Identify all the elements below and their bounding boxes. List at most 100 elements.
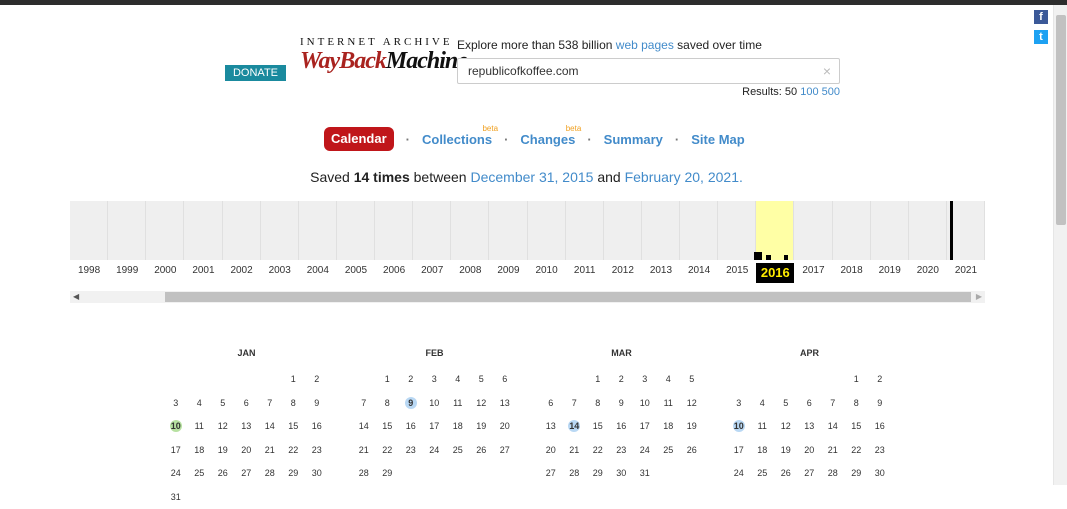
year-column-2003[interactable] — [261, 201, 299, 260]
year-label-2016[interactable]: 2016 — [756, 263, 794, 283]
year-column-2005[interactable] — [337, 201, 375, 260]
year-label-2001[interactable]: 2001 — [184, 263, 222, 283]
capture-bar[interactable] — [784, 255, 788, 260]
tab-calendar[interactable]: Calendar — [324, 127, 394, 151]
timeline-scrollbar[interactable]: ◀ ▶ — [70, 291, 985, 303]
year-label-2018[interactable]: 2018 — [833, 263, 871, 283]
calendar-day: 31 — [633, 462, 657, 486]
calendar-day: 9 — [305, 392, 329, 416]
year-label-2005[interactable]: 2005 — [337, 263, 375, 283]
year-column-2006[interactable] — [375, 201, 413, 260]
year-timeline[interactable]: 1998199920002001200220032004200520062007… — [70, 201, 985, 284]
calendar-day: 30 — [305, 462, 329, 486]
wayback-logo[interactable]: INTERNET ARCHIVE WayBackMachine — [300, 36, 445, 74]
year-label-2010[interactable]: 2010 — [528, 263, 566, 283]
capture-bar[interactable] — [754, 252, 762, 260]
year-column-2020[interactable] — [909, 201, 947, 260]
results-100-link[interactable]: 100 — [800, 86, 818, 98]
url-search-input[interactable] — [458, 59, 808, 83]
view-nav: Calendar · Collectionsbeta · Changesbeta… — [324, 126, 745, 152]
calendar-day: 12 — [211, 415, 235, 439]
calendar-day: 26 — [470, 439, 494, 463]
year-column-2014[interactable] — [680, 201, 718, 260]
results-500-link[interactable]: 500 — [822, 86, 840, 98]
twitter-icon[interactable]: t — [1034, 30, 1048, 44]
capture-day[interactable]: 10 — [727, 415, 751, 439]
year-column-1999[interactable] — [108, 201, 146, 260]
year-label-2003[interactable]: 2003 — [261, 263, 299, 283]
calendar-day: 14 — [821, 415, 845, 439]
calendar-day: 30 — [610, 462, 634, 486]
year-column-2008[interactable] — [451, 201, 489, 260]
calendar-day: 2 — [610, 368, 634, 392]
year-label-2017[interactable]: 2017 — [794, 263, 832, 283]
year-label-2002[interactable]: 2002 — [223, 263, 261, 283]
year-label-2012[interactable]: 2012 — [604, 263, 642, 283]
year-label-2019[interactable]: 2019 — [871, 263, 909, 283]
year-column-1998[interactable] — [70, 201, 108, 260]
year-label-2011[interactable]: 2011 — [566, 263, 604, 283]
calendar-day: 13 — [798, 415, 822, 439]
last-capture-link[interactable]: February 20, 2021. — [625, 169, 743, 185]
scroll-left-icon[interactable]: ◀ — [73, 291, 79, 303]
year-column-2011[interactable] — [566, 201, 604, 260]
year-column-2002[interactable] — [223, 201, 261, 260]
year-label-2013[interactable]: 2013 — [642, 263, 680, 283]
first-capture-link[interactable]: December 31, 2015 — [470, 169, 593, 185]
year-sparkline[interactable] — [70, 201, 985, 260]
year-label-1998[interactable]: 1998 — [70, 263, 108, 283]
year-column-2001[interactable] — [184, 201, 222, 260]
calendar-day: 21 — [352, 439, 376, 463]
year-column-2016[interactable] — [756, 201, 794, 260]
year-label-2020[interactable]: 2020 — [909, 263, 947, 283]
year-column-2010[interactable] — [528, 201, 566, 260]
year-column-2018[interactable] — [833, 201, 871, 260]
scroll-right-icon[interactable]: ▶ — [976, 291, 982, 303]
calendar-day: 16 — [399, 415, 423, 439]
tab-changes[interactable]: Changesbeta — [520, 132, 575, 147]
year-label-2009[interactable]: 2009 — [489, 263, 527, 283]
scrollbar-thumb[interactable] — [1056, 15, 1066, 225]
year-column-2021[interactable] — [947, 201, 985, 260]
year-column-2007[interactable] — [413, 201, 451, 260]
year-column-2012[interactable] — [604, 201, 642, 260]
year-column-2013[interactable] — [642, 201, 680, 260]
year-label-2007[interactable]: 2007 — [413, 263, 451, 283]
capture-bar[interactable] — [766, 255, 771, 260]
calendar-day: 18 — [446, 415, 470, 439]
year-label-2004[interactable]: 2004 — [299, 263, 337, 283]
year-column-2015[interactable] — [718, 201, 756, 260]
year-label-2015[interactable]: 2015 — [718, 263, 756, 283]
year-column-2004[interactable] — [299, 201, 337, 260]
year-column-2009[interactable] — [489, 201, 527, 260]
donate-button[interactable]: DONATE — [225, 65, 286, 81]
capture-day[interactable]: 9 — [399, 392, 423, 416]
year-column-2000[interactable] — [146, 201, 184, 260]
calendar-day: 3 — [423, 368, 447, 392]
month-name: JAN — [164, 348, 329, 368]
year-column-2019[interactable] — [871, 201, 909, 260]
year-label-2006[interactable]: 2006 — [375, 263, 413, 283]
capture-day[interactable]: 14 — [563, 415, 587, 439]
calendar-day: 16 — [868, 415, 892, 439]
tab-sitemap[interactable]: Site Map — [691, 132, 744, 147]
clear-icon[interactable]: × — [823, 63, 831, 79]
capture-day[interactable]: 10 — [164, 415, 188, 439]
tab-summary[interactable]: Summary — [604, 132, 663, 147]
year-label-2008[interactable]: 2008 — [451, 263, 489, 283]
timeline-scroll-thumb[interactable] — [165, 292, 971, 302]
calendar-day: 27 — [539, 462, 563, 486]
year-label-1999[interactable]: 1999 — [108, 263, 146, 283]
facebook-icon[interactable]: f — [1034, 10, 1048, 24]
calendar-day: 11 — [751, 415, 775, 439]
year-label-2021[interactable]: 2021 — [947, 263, 985, 283]
web-pages-link[interactable]: web pages — [616, 38, 674, 52]
vertical-scrollbar[interactable] — [1053, 5, 1067, 485]
tab-collections[interactable]: Collectionsbeta — [422, 132, 492, 147]
capture-bar[interactable] — [950, 201, 953, 260]
year-column-2017[interactable] — [794, 201, 832, 260]
top-bar — [0, 0, 1067, 5]
calendar-day: 6 — [493, 368, 517, 392]
year-label-2014[interactable]: 2014 — [680, 263, 718, 283]
year-label-2000[interactable]: 2000 — [146, 263, 184, 283]
